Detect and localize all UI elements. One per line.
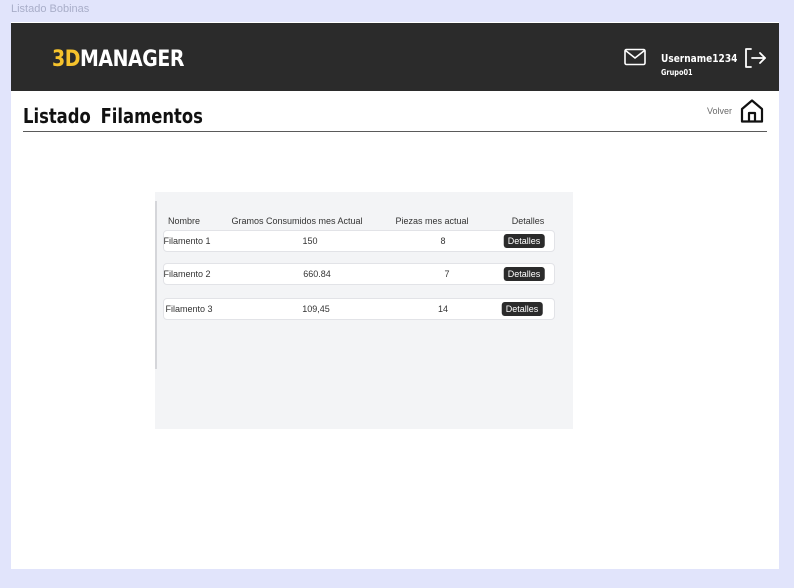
cell-gramos: 150 [302,236,318,246]
cell-piezas: 8 [440,236,446,246]
details-button[interactable]: Detalles [503,234,545,248]
header-detalles: Detalles [511,216,545,226]
username[interactable]: Username1234 [661,52,737,65]
cell-nombre: Filamento 3 [165,304,213,314]
top-navbar: 3DMANAGER Username1234 Grupo01 [11,23,779,91]
user-group: Grupo01 [661,68,693,77]
table-row: Filamento 2 660.84 7 Detalles [163,263,555,285]
home-icon[interactable] [739,98,765,124]
cell-piezas: 7 [444,269,450,279]
header-gramos: Gramos Consumidos mes Actual [231,216,363,226]
frame-label: Listado Bobinas [11,3,90,15]
filaments-table-panel: Nombre Gramos Consumidos mes Actual Piez… [155,192,573,429]
cell-nombre: Filamento 1 [163,236,211,246]
cell-gramos: 109,45 [302,304,330,314]
page-title: Listado Filamentos [23,104,203,128]
table-row: Filamento 1 150 8 Detalles [163,230,555,252]
table-row: Filamento 3 109,45 14 Detalles [163,298,555,320]
header-nombre: Nombre [167,216,201,226]
cell-piezas: 14 [437,304,449,314]
header-piezas: Piezas mes actual [395,216,469,226]
logo-text: MANAGER [80,47,184,72]
mail-icon[interactable] [624,48,646,66]
details-button[interactable]: Detalles [503,267,545,281]
back-label[interactable]: Volver [707,106,732,116]
app-logo[interactable]: 3DMANAGER [52,48,184,72]
panel-scrollbar[interactable] [155,201,157,369]
cell-nombre: Filamento 2 [163,269,211,279]
logo-accent: 3D [52,47,81,72]
app-frame: 3DMANAGER Username1234 Grupo01 Listado Fi… [11,22,779,569]
title-divider [23,131,767,132]
page-title-word-1: Listado [23,104,91,128]
cell-gramos: 660.84 [303,269,331,279]
logout-icon[interactable] [743,47,767,69]
page-title-word-2: Filamentos [100,104,203,128]
details-button[interactable]: Detalles [501,302,543,316]
